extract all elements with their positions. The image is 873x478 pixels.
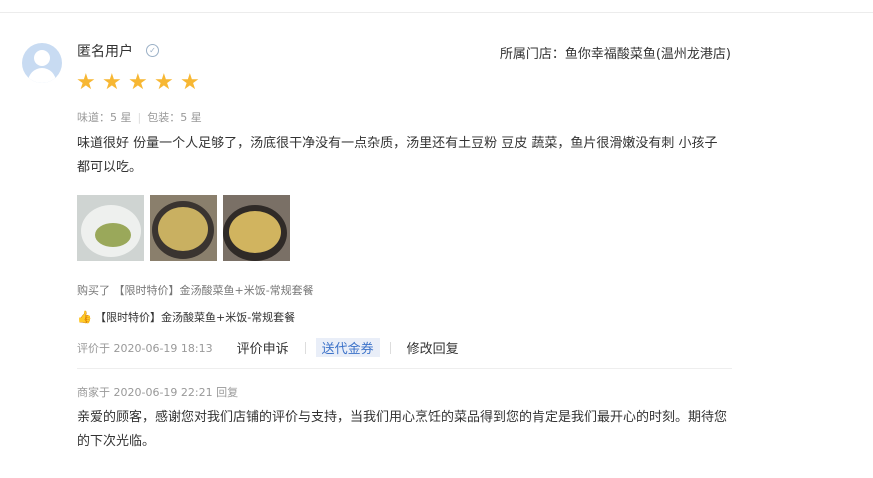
purchase-info: 购买了 【限时特价】金汤酸菜鱼+米饭-常规套餐 xyxy=(77,284,314,297)
store-name: 所属门店：鱼你幸福酸菜鱼(温州龙港店) xyxy=(499,47,731,62)
user-avatar-icon xyxy=(22,43,62,83)
divider xyxy=(389,341,391,354)
thumbs-up-icon: 👍 xyxy=(77,310,92,324)
complain-button[interactable]: 评价申诉 xyxy=(231,338,295,357)
action-row: 评价于 2020-06-19 18:13 评价申诉 送代金券 修改回复 xyxy=(77,338,465,357)
edit-reply-button[interactable]: 修改回复 xyxy=(401,338,465,357)
sub-ratings: 味道：5 星 | 包装：5 星 xyxy=(77,111,202,124)
rating-stars: ★ ★ ★ ★ ★ xyxy=(76,72,202,94)
divider xyxy=(304,341,306,354)
review-time: 评价于 2020-06-19 18:13 xyxy=(77,341,213,355)
review-photos xyxy=(77,195,290,261)
packaging-rating: 包装：5 星 xyxy=(147,111,202,124)
star-icon: ★ xyxy=(102,70,122,95)
merchant-reply-meta: 商家于 2020-06-19 22:21 回复 xyxy=(77,386,239,399)
star-icon: ★ xyxy=(180,70,200,95)
review-photo[interactable] xyxy=(223,195,290,261)
merchant-reply-text: 亲爱的顾客，感谢您对我们店铺的评价与支持，当我们用心烹饪的菜品得到您的肯定是我们… xyxy=(77,410,728,449)
send-coupon-button[interactable]: 送代金券 xyxy=(315,338,380,357)
verified-icon: ✓ xyxy=(146,44,159,57)
liked-dish: 👍 【限时特价】金汤酸菜鱼+米饭-常规套餐 xyxy=(77,309,295,325)
liked-dish-label: 【限时特价】金汤酸菜鱼+米饭-常规套餐 xyxy=(95,311,296,324)
review-photo[interactable] xyxy=(77,195,144,261)
star-icon: ★ xyxy=(154,70,174,95)
star-icon: ★ xyxy=(128,70,148,95)
review-photo[interactable] xyxy=(150,195,217,261)
review-text: 味道很好 份量一个人足够了，汤底很干净没有一点杂质，汤里还有土豆粉 豆皮 蔬菜，… xyxy=(77,136,718,175)
reply-divider xyxy=(77,368,732,369)
top-divider xyxy=(0,12,873,13)
taste-rating: 味道：5 星 xyxy=(77,111,132,124)
star-icon: ★ xyxy=(76,70,96,95)
username: 匿名用户 xyxy=(77,44,133,60)
